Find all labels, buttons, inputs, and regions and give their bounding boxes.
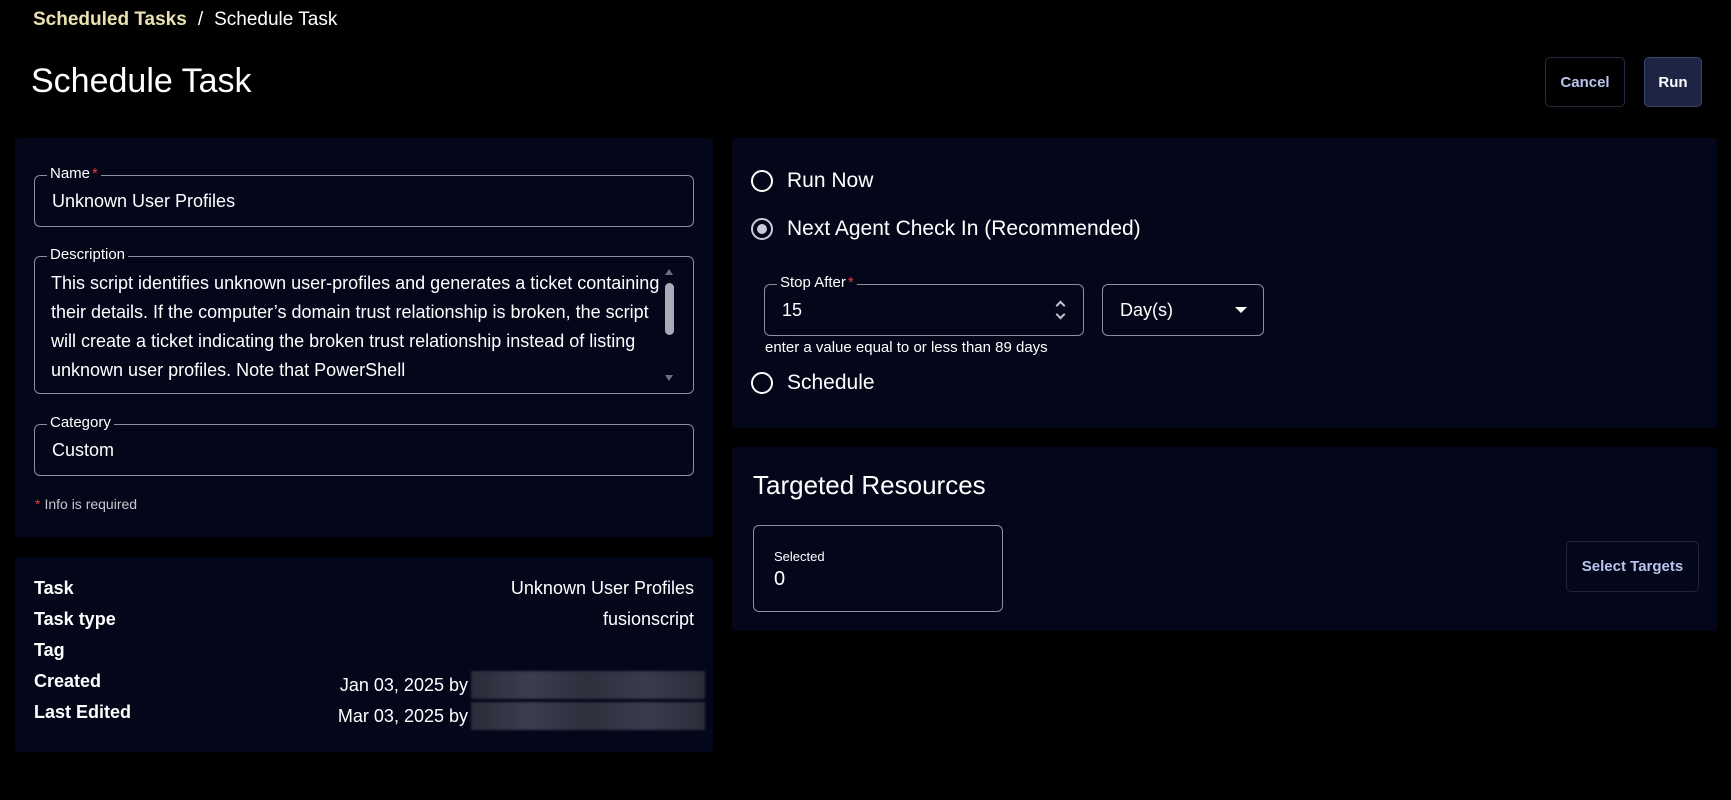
- description-label: Description: [47, 246, 129, 263]
- breadcrumb-current: Schedule Task: [214, 9, 338, 30]
- unit-select-value[interactable]: Day(s): [1120, 300, 1173, 321]
- scroll-down-icon[interactable]: [665, 375, 673, 381]
- page-title: Schedule Task: [31, 62, 252, 100]
- radio-run-now[interactable]: Run Now: [751, 169, 873, 193]
- caret-down-icon[interactable]: [1235, 307, 1247, 313]
- radio-schedule[interactable]: Schedule: [751, 371, 875, 395]
- stop-after-label: Stop After *: [777, 274, 857, 291]
- info-required-note: * Info is required: [35, 496, 138, 512]
- description-textarea[interactable]: This script identifies unknown user-prof…: [51, 269, 667, 385]
- meta-row-tag: Tag: [34, 640, 694, 661]
- redacted-user: [471, 671, 705, 699]
- required-star: *: [847, 274, 854, 291]
- run-options-panel: [732, 138, 1717, 428]
- redacted-user: [471, 702, 705, 730]
- category-input-value[interactable]: Custom: [52, 440, 114, 461]
- radio-unchecked-icon[interactable]: [751, 372, 773, 394]
- selected-count-card: Selected 0: [753, 525, 1003, 612]
- run-button[interactable]: Run: [1644, 57, 1702, 107]
- required-star: *: [35, 496, 41, 512]
- breadcrumb-separator: /: [197, 9, 204, 30]
- number-stepper-icon[interactable]: [1055, 300, 1067, 320]
- category-field[interactable]: Category Custom: [34, 414, 694, 476]
- targeted-resources-title: Targeted Resources: [753, 470, 986, 500]
- stop-after-input-value[interactable]: 15: [782, 300, 802, 321]
- selected-count: 0: [774, 568, 786, 590]
- meta-value-last-edited: Mar 03, 2025 by: [338, 702, 705, 730]
- cancel-button[interactable]: Cancel: [1545, 57, 1625, 107]
- radio-unchecked-icon[interactable]: [751, 170, 773, 192]
- radio-run-now-label[interactable]: Run Now: [787, 169, 873, 193]
- meta-row-task: Task Unknown User Profiles: [34, 578, 694, 599]
- scrollbar-thumb[interactable]: [665, 283, 674, 335]
- meta-row-task-type: Task type fusionscript: [34, 609, 694, 630]
- name-label: Name *: [47, 165, 101, 182]
- meta-label-task-type: Task type: [34, 609, 116, 629]
- meta-value-created: Jan 03, 2025 by: [340, 671, 705, 699]
- name-field[interactable]: Name * Unknown User Profiles: [34, 165, 694, 227]
- radio-schedule-label[interactable]: Schedule: [787, 371, 875, 395]
- select-targets-button[interactable]: Select Targets: [1566, 541, 1699, 592]
- description-field[interactable]: Description This script identifies unkno…: [34, 246, 694, 394]
- category-label: Category: [47, 414, 114, 431]
- meta-label-tag: Tag: [34, 640, 65, 660]
- meta-value-task: Unknown User Profiles: [510, 578, 694, 598]
- name-input-value[interactable]: Unknown User Profiles: [52, 191, 235, 212]
- required-star: *: [92, 165, 98, 182]
- radio-checked-icon[interactable]: [751, 218, 773, 240]
- meta-label-last-edited: Last Edited: [34, 702, 132, 722]
- meta-label-task: Task: [34, 578, 74, 598]
- meta-row-created: Created Jan 03, 2025 by: [34, 671, 705, 699]
- scroll-up-icon[interactable]: [665, 269, 673, 275]
- stop-after-unit-select[interactable]: Day(s): [1102, 284, 1264, 336]
- radio-next-agent-label[interactable]: Next Agent Check In (Recommended): [787, 217, 1141, 241]
- meta-value-task-type: fusionscript: [602, 609, 694, 629]
- selected-label: Selected: [774, 549, 825, 564]
- stop-after-helper-text: enter a value equal to or less than 89 d…: [765, 339, 1048, 356]
- meta-row-last-edited: Last Edited Mar 03, 2025 by: [34, 702, 705, 730]
- stop-after-field[interactable]: Stop After * 15: [764, 274, 1084, 336]
- radio-next-agent-check-in[interactable]: Next Agent Check In (Recommended): [751, 217, 1141, 241]
- breadcrumb: Scheduled Tasks / Schedule Task: [33, 9, 337, 31]
- description-scrollbar[interactable]: [664, 269, 675, 381]
- meta-label-created: Created: [34, 671, 102, 691]
- breadcrumb-scheduled-tasks-link[interactable]: Scheduled Tasks: [33, 9, 187, 31]
